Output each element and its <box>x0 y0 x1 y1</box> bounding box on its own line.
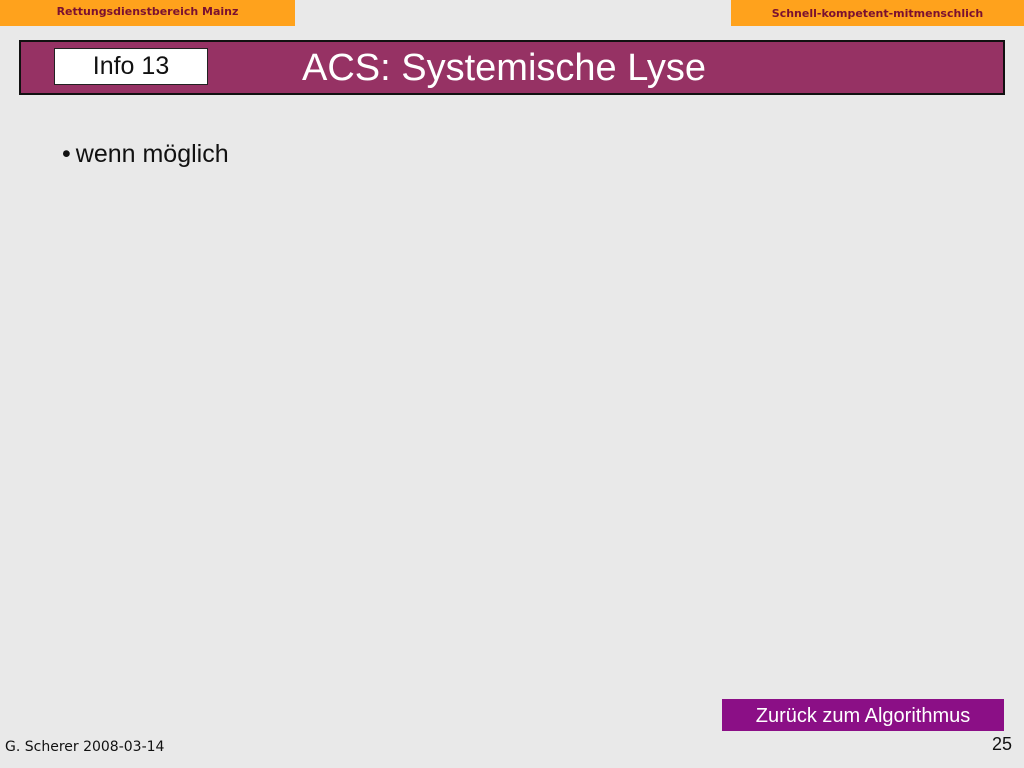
slogan-text: Schnell-kompetent-mitmenschlich <box>771 7 984 20</box>
slide-title-bar: Info 13 ACS: Systemische Lyse <box>19 40 1005 95</box>
info-label: Info 13 <box>92 52 170 80</box>
bullet-item: • wenn möglich <box>62 140 229 169</box>
slide-title: ACS: Systemische Lyse <box>302 47 707 89</box>
page-number: 25 <box>992 734 1013 754</box>
back-to-algorithm-button[interactable]: Zurück zum Algorithmus <box>722 699 1004 731</box>
slogan-badge: Schnell-kompetent-mitmenschlich <box>731 0 1024 26</box>
bullet-marker: • <box>62 140 71 168</box>
bullet-list: • wenn möglich <box>62 140 229 169</box>
bullet-text: wenn möglich <box>75 140 229 168</box>
organization-badge: Rettungsdienstbereich Mainz <box>0 0 295 26</box>
info-label-box: Info 13 <box>54 48 208 85</box>
footer-author-date: G. Scherer 2008-03-14 <box>5 739 165 755</box>
organization-name: Rettungsdienstbereich Mainz <box>56 5 239 18</box>
